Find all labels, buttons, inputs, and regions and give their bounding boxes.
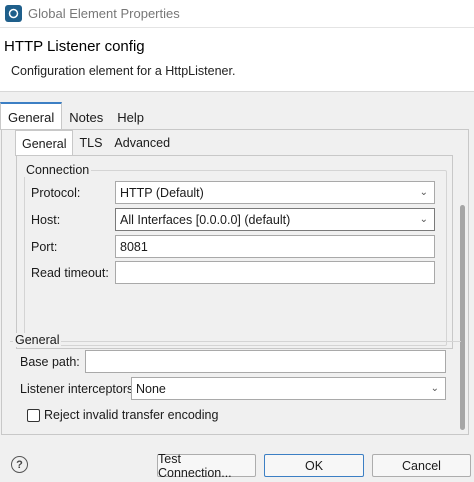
reject-invalid-encoding-label: Reject invalid transfer encoding xyxy=(44,408,219,422)
inner-tab-general[interactable]: General xyxy=(15,130,74,156)
listener-interceptors-label: Listener interceptors xyxy=(20,382,134,396)
inner-tab-bar: General TLS Advanced xyxy=(15,130,176,156)
port-label: Port: xyxy=(31,240,58,254)
dialog-header: HTTP Listener config Configuration eleme… xyxy=(0,28,474,92)
host-select[interactable]: All Interfaces [0.0.0.0] (default) ⌄ xyxy=(115,208,435,231)
chevron-down-icon: ⌄ xyxy=(430,383,439,394)
outer-tab-bar: General Notes Help xyxy=(0,102,474,130)
dialog-title: HTTP Listener config xyxy=(4,38,145,55)
tab-general[interactable]: General xyxy=(0,102,63,130)
chevron-down-icon: ⌄ xyxy=(419,214,428,225)
connection-group-label: Connection xyxy=(24,163,92,177)
test-connection-button[interactable]: Test Connection... xyxy=(157,452,256,480)
listener-interceptors-select[interactable]: None ⌄ xyxy=(131,377,446,400)
host-label: Host: xyxy=(31,213,61,227)
dialog-footer: ? Test Connection... OK Cancel xyxy=(0,440,474,482)
reject-invalid-encoding-checkbox[interactable] xyxy=(27,409,40,422)
chevron-down-icon: ⌄ xyxy=(419,187,428,198)
base-path-input[interactable] xyxy=(85,350,446,373)
protocol-value: HTTP (Default) xyxy=(120,185,204,200)
inner-tab-tls[interactable]: TLS xyxy=(73,130,108,156)
general-group-label: General xyxy=(13,333,62,347)
dialog-description: Configuration element for a HttpListener… xyxy=(11,64,236,78)
help-icon[interactable]: ? xyxy=(11,456,28,473)
port-input[interactable]: 8081 xyxy=(115,235,435,258)
read-timeout-label: Read timeout: xyxy=(31,266,109,280)
inner-tab-advanced[interactable]: Advanced xyxy=(108,130,176,156)
tab-notes[interactable]: Notes xyxy=(62,104,110,130)
window-title: Global Element Properties xyxy=(28,6,180,21)
tab-help[interactable]: Help xyxy=(110,104,151,130)
host-value: All Interfaces [0.0.0.0] (default) xyxy=(120,212,291,227)
cancel-button[interactable]: Cancel xyxy=(372,454,471,477)
general-tab-content: General TLS Advanced Connection Protocol… xyxy=(1,129,469,435)
listener-interceptors-value: None xyxy=(136,381,166,396)
protocol-select[interactable]: HTTP (Default) ⌄ xyxy=(115,181,435,204)
app-icon xyxy=(5,5,22,22)
protocol-label: Protocol: xyxy=(31,186,81,200)
window-titlebar: Global Element Properties xyxy=(0,0,474,28)
ok-button[interactable]: OK xyxy=(264,454,364,477)
read-timeout-input[interactable] xyxy=(115,261,435,284)
base-path-label: Base path: xyxy=(20,355,80,369)
